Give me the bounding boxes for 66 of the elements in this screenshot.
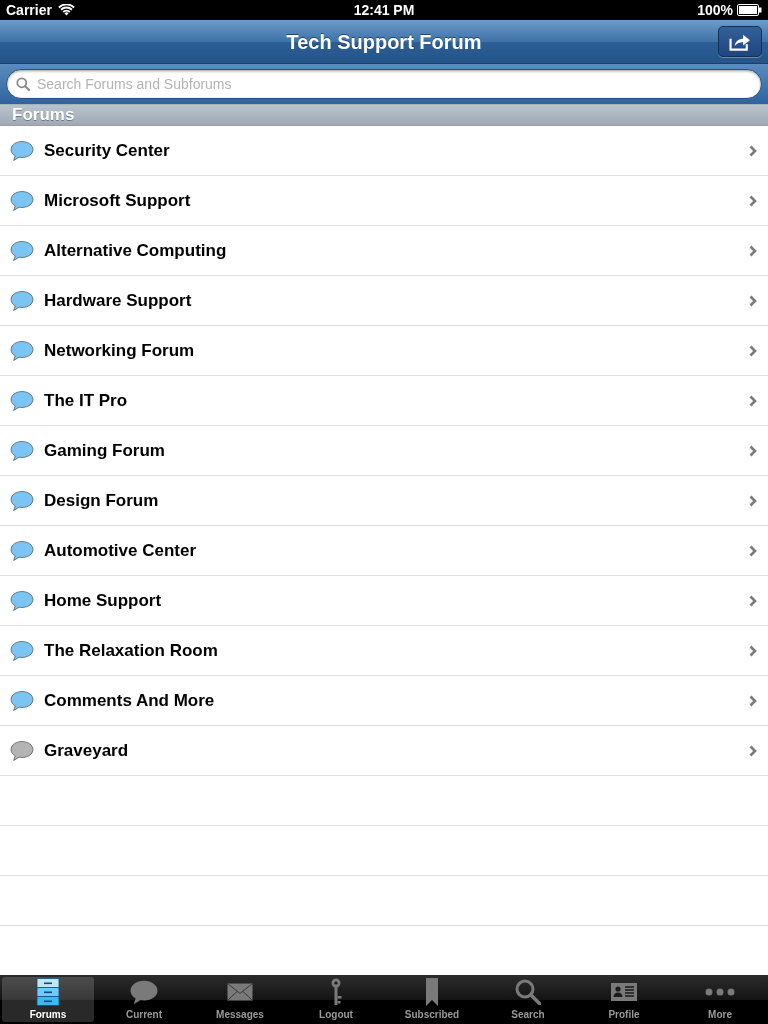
forum-row[interactable]: Microsoft Support bbox=[0, 176, 768, 226]
bookmark-icon bbox=[426, 978, 438, 1006]
tab-bar-item[interactable]: Subscribed bbox=[386, 977, 478, 1022]
forum-row[interactable]: The IT Pro bbox=[0, 376, 768, 426]
forum-row[interactable]: Automotive Center bbox=[0, 526, 768, 576]
wifi-icon bbox=[57, 4, 75, 16]
forum-row[interactable]: Design Forum bbox=[0, 476, 768, 526]
chevron-right-icon bbox=[749, 494, 757, 507]
chevron-right-icon bbox=[749, 294, 757, 307]
forum-name: Home Support bbox=[44, 589, 162, 612]
search-icon bbox=[515, 979, 541, 1005]
file-cabinet-icon bbox=[36, 978, 60, 1006]
share-button[interactable] bbox=[718, 26, 762, 57]
forum-row[interactable]: Comments And More bbox=[0, 676, 768, 726]
tab-bar-item[interactable]: Logout bbox=[290, 977, 382, 1022]
section-title: Forums bbox=[12, 104, 75, 127]
chevron-right-icon bbox=[749, 444, 757, 457]
share-icon bbox=[729, 32, 751, 51]
forum-name: Graveyard bbox=[44, 739, 129, 762]
envelope-icon bbox=[227, 983, 253, 1001]
forum-row[interactable]: Home Support bbox=[0, 576, 768, 626]
speech-bubble-icon bbox=[129, 978, 159, 1006]
search-field[interactable]: Search Forums and Subforums bbox=[6, 69, 762, 99]
chevron-right-icon bbox=[749, 744, 757, 757]
chevron-right-icon bbox=[749, 244, 757, 257]
tab-bar-item[interactable]: Forums bbox=[2, 977, 94, 1022]
search-icon bbox=[16, 77, 30, 91]
navigation-title: Tech Support Forum bbox=[286, 29, 482, 55]
chevron-right-icon bbox=[749, 394, 757, 407]
forum-row[interactable]: Alternative Computing bbox=[0, 226, 768, 276]
forum-name: The IT Pro bbox=[44, 389, 128, 412]
forum-row[interactable]: Hardware Support bbox=[0, 276, 768, 326]
forum-name: Automotive Center bbox=[44, 539, 197, 562]
clock-time: 12:41 PM bbox=[353, 0, 415, 20]
chevron-right-icon bbox=[749, 344, 757, 357]
forum-name: Security Center bbox=[44, 139, 170, 162]
carrier-name: Carrier bbox=[6, 0, 52, 20]
forum-row[interactable]: Gaming Forum bbox=[0, 426, 768, 476]
forum-name: Alternative Computing bbox=[44, 239, 227, 262]
id-card-icon bbox=[611, 983, 637, 1001]
tab-bar-item[interactable]: Search bbox=[482, 977, 574, 1022]
forum-name: Networking Forum bbox=[44, 339, 195, 362]
battery-percentage: 100% bbox=[697, 0, 733, 20]
chevron-right-icon bbox=[749, 194, 757, 207]
tab-bar-item[interactable]: Current bbox=[98, 977, 190, 1022]
tab-bar-item[interactable]: More bbox=[674, 977, 766, 1022]
battery-icon bbox=[737, 4, 762, 16]
forum-row[interactable]: Graveyard bbox=[0, 726, 768, 776]
forum-name: Gaming Forum bbox=[44, 439, 165, 462]
forum-row[interactable]: Networking Forum bbox=[0, 326, 768, 376]
forum-name: Design Forum bbox=[44, 489, 159, 512]
forum-name: Comments And More bbox=[44, 689, 215, 712]
tab-bar-item[interactable]: Messages bbox=[194, 977, 286, 1022]
forum-name: Microsoft Support bbox=[44, 189, 191, 212]
key-icon bbox=[330, 978, 342, 1006]
chevron-right-icon bbox=[749, 544, 757, 557]
more-icon bbox=[705, 988, 735, 996]
chevron-right-icon bbox=[749, 144, 757, 157]
chevron-right-icon bbox=[749, 694, 757, 707]
forum-row[interactable]: Security Center bbox=[0, 126, 768, 176]
forum-name: The Relaxation Room bbox=[44, 639, 218, 662]
chevron-right-icon bbox=[749, 644, 757, 657]
forum-name: Hardware Support bbox=[44, 289, 192, 312]
chevron-right-icon bbox=[749, 594, 757, 607]
tab-bar-item[interactable]: Profile bbox=[578, 977, 670, 1022]
forum-row[interactable]: The Relaxation Room bbox=[0, 626, 768, 676]
